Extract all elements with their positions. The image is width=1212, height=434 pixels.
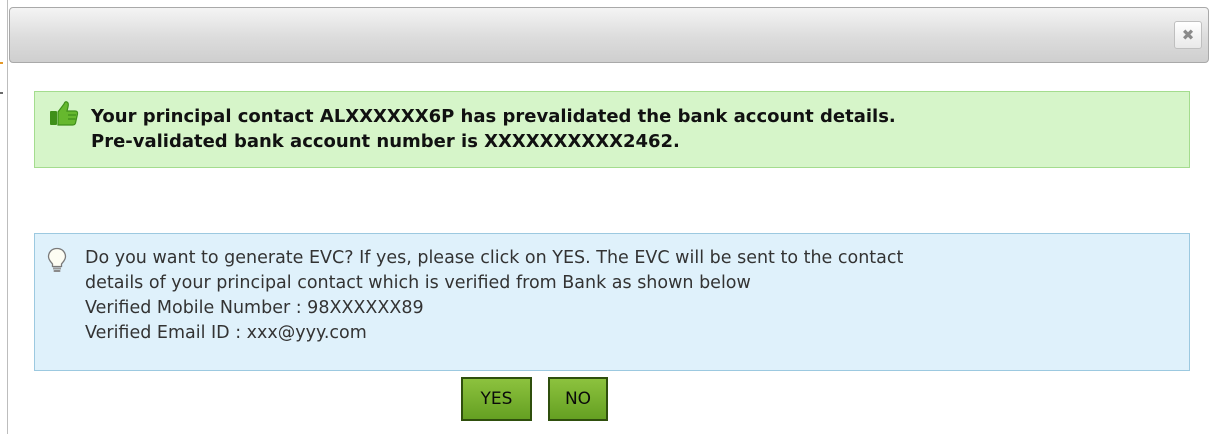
success-line: Your principal contact ALXXXXXX6P has pr… (91, 106, 896, 127)
yes-button[interactable]: YES (461, 377, 532, 421)
success-line: Pre-validated bank account number is XXX… (91, 131, 680, 152)
success-message: Your principal contact ALXXXXXX6P has pr… (34, 91, 1190, 168)
dialog-titlebar[interactable]: ✖ (9, 7, 1209, 63)
info-text: Do you want to generate EVC? If yes, ple… (85, 246, 1183, 346)
info-message: Do you want to generate EVC? If yes, ple… (34, 233, 1190, 371)
info-line: details of your principal contact which … (85, 273, 751, 293)
no-button[interactable]: NO (548, 377, 608, 421)
verified-email-id: Verified Email ID : xxx@yyy.com (85, 323, 367, 343)
evc-confirmation-dialog: ✖ Your principal contact ALXXXXXX6P has … (0, 0, 1212, 434)
verified-mobile-number: Verified Mobile Number : 98XXXXXX89 (85, 298, 424, 318)
thumbs-up-icon (50, 101, 79, 126)
lightbulb-icon (47, 247, 67, 272)
background-page-edge (0, 0, 8, 434)
info-line: Do you want to generate EVC? If yes, ple… (85, 248, 904, 268)
background-marker (0, 92, 3, 94)
success-text: Your principal contact ALXXXXXX6P has pr… (91, 104, 896, 154)
background-marker (0, 62, 3, 64)
close-button[interactable]: ✖ (1174, 21, 1202, 49)
close-icon: ✖ (1181, 25, 1195, 44)
